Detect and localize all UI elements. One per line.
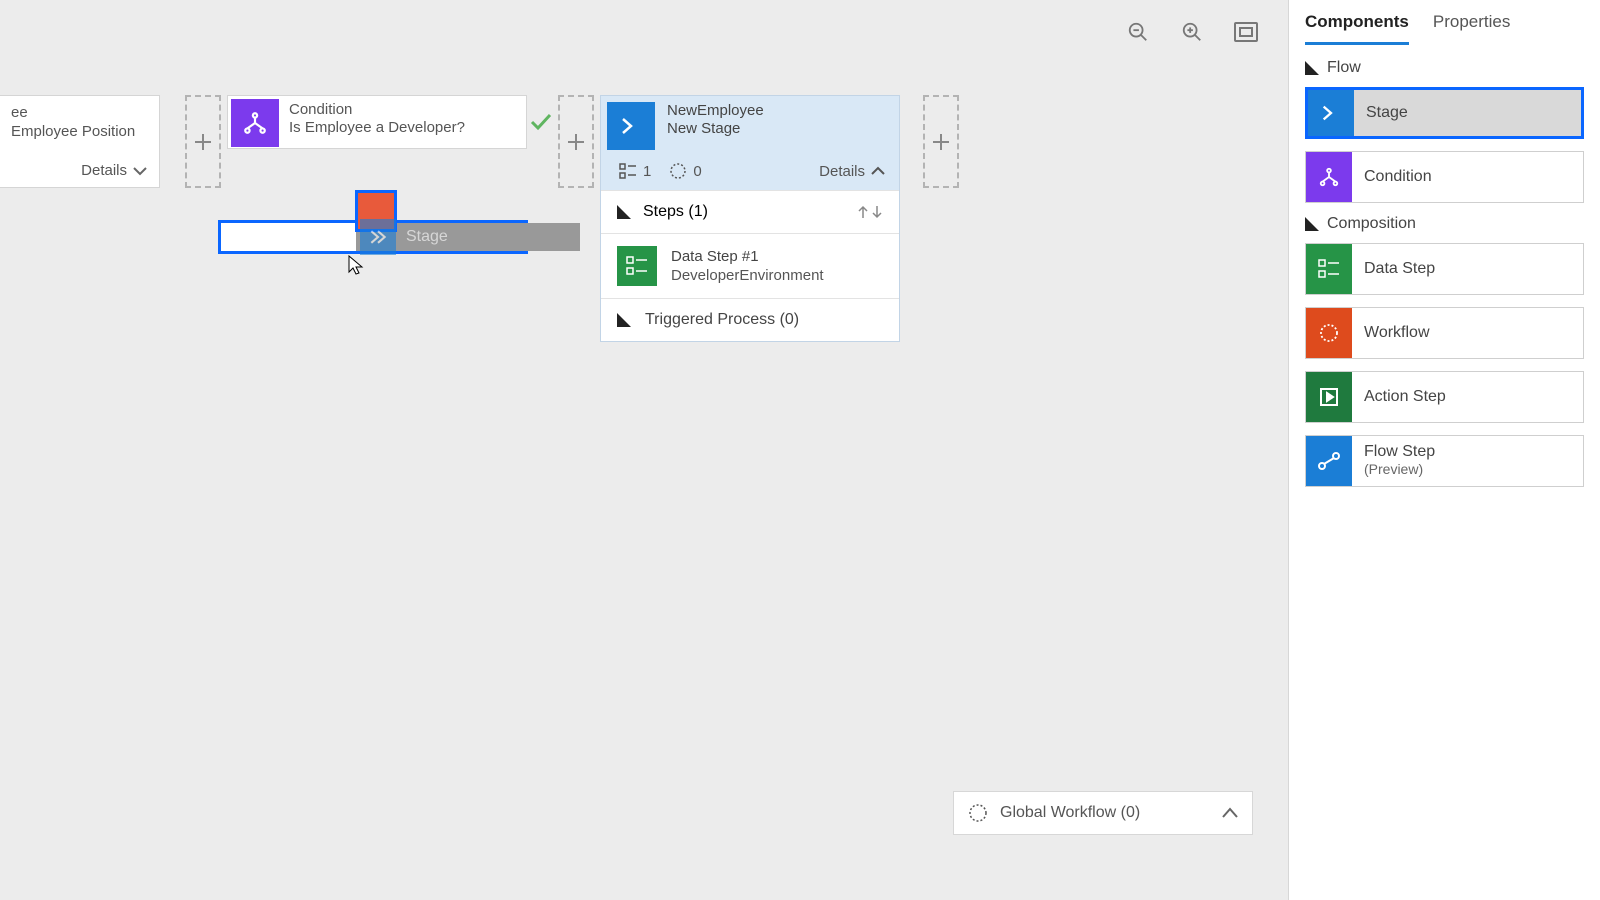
expand-triangle-icon — [1305, 217, 1319, 231]
arrow-down-icon — [871, 205, 883, 219]
details-label: Details — [819, 163, 865, 180]
workflow-icon — [1306, 308, 1352, 358]
action-step-icon — [1306, 372, 1352, 422]
expand-triangle-icon — [1305, 61, 1319, 75]
group-flow-label: Flow — [1305, 59, 1584, 77]
stage-icon — [607, 102, 655, 150]
canvas-toolbar — [1126, 20, 1258, 44]
stage-title: NewEmployee — [667, 102, 764, 119]
condition-subtitle: Is Employee a Developer? — [289, 119, 465, 136]
condition-icon — [231, 99, 279, 147]
add-slot-1[interactable] — [185, 95, 221, 188]
steps-count-value: 1 — [643, 163, 651, 180]
stage-icon — [360, 219, 396, 255]
component-workflow[interactable]: Workflow — [1305, 307, 1584, 359]
component-stage-label: Stage — [1354, 104, 1408, 122]
stage-card-employee-position[interactable]: ee Employee Position Details — [0, 95, 160, 188]
data-step-icon — [1306, 244, 1352, 294]
add-slot-3[interactable] — [923, 95, 959, 188]
workflow-count: 0 — [669, 162, 701, 180]
component-condition[interactable]: Condition — [1305, 151, 1584, 203]
reorder-arrows[interactable] — [857, 205, 883, 219]
expand-triangle-icon — [617, 313, 631, 327]
workflow-count-icon — [669, 162, 687, 180]
component-condition-label: Condition — [1352, 168, 1432, 186]
chevron-up-icon — [871, 166, 885, 176]
stage-header: NewEmployee New Stage — [601, 96, 899, 156]
tab-components[interactable]: Components — [1305, 8, 1409, 45]
condition-card[interactable]: Condition Is Employee a Developer? — [227, 95, 527, 149]
triggered-process-label: Triggered Process (0) — [645, 311, 799, 329]
chevron-down-icon — [133, 166, 147, 176]
data-step-sub: DeveloperEnvironment — [671, 267, 824, 284]
zoom-out-icon[interactable] — [1126, 20, 1150, 44]
condition-icon — [1306, 152, 1352, 202]
workflow-icon — [968, 803, 988, 823]
drag-ghost-label: Stage — [406, 219, 448, 255]
steps-header[interactable]: Steps (1) — [601, 190, 899, 233]
component-action-step[interactable]: Action Step — [1305, 371, 1584, 423]
global-workflow-bar[interactable]: Global Workflow (0) — [953, 791, 1253, 835]
details-toggle[interactable]: Details — [81, 162, 147, 179]
component-flow-step[interactable]: Flow Step (Preview) — [1305, 435, 1584, 487]
stage-subtitle: New Stage — [667, 120, 764, 137]
list-icon — [619, 163, 637, 179]
stage-card-new-employee[interactable]: NewEmployee New Stage 1 0 Details — [600, 95, 900, 342]
component-data-step-label: Data Step — [1352, 260, 1435, 278]
stage-title-partial: ee — [11, 104, 147, 121]
drag-ghost-stage: Stage — [360, 219, 448, 255]
data-step-title: Data Step #1 — [671, 248, 824, 265]
stage-subtitle-partial: Employee Position — [11, 123, 147, 140]
data-step-icon — [617, 246, 657, 286]
steps-count: 1 — [619, 163, 651, 180]
flow-canvas[interactable]: ee Employee Position Details Condition I… — [0, 0, 1288, 900]
add-slot-2[interactable] — [558, 95, 594, 188]
cursor-icon — [348, 255, 364, 275]
details-label: Details — [81, 162, 127, 179]
component-stage[interactable]: Stage — [1305, 87, 1584, 139]
group-composition-text: Composition — [1327, 215, 1416, 233]
group-composition-label: Composition — [1305, 215, 1584, 233]
sidebar-tabs: Components Properties — [1305, 8, 1584, 45]
component-workflow-label: Workflow — [1352, 324, 1430, 342]
component-flow-step-label: Flow Step (Preview) — [1352, 443, 1435, 480]
tab-properties[interactable]: Properties — [1433, 8, 1510, 45]
details-toggle[interactable]: Details — [819, 163, 885, 180]
checkmark-icon — [529, 110, 553, 134]
component-action-step-label: Action Step — [1352, 388, 1446, 406]
arrow-up-icon — [857, 205, 869, 219]
workflow-count-value: 0 — [693, 163, 701, 180]
chevron-up-icon[interactable] — [1222, 807, 1238, 819]
condition-title: Condition — [289, 101, 465, 118]
group-flow-text: Flow — [1327, 59, 1361, 77]
fit-screen-icon[interactable] — [1234, 20, 1258, 44]
expand-triangle-icon — [617, 205, 631, 219]
stage-subheader: 1 0 Details — [601, 156, 899, 190]
flow-step-icon — [1306, 436, 1352, 486]
component-data-step[interactable]: Data Step — [1305, 243, 1584, 295]
steps-header-label: Steps (1) — [643, 203, 708, 221]
components-panel: Components Properties Flow Stage Conditi… — [1288, 0, 1600, 900]
global-workflow-label: Global Workflow (0) — [1000, 804, 1140, 822]
zoom-in-icon[interactable] — [1180, 20, 1204, 44]
triggered-process-row[interactable]: Triggered Process (0) — [601, 298, 899, 341]
data-step-row[interactable]: Data Step #1 DeveloperEnvironment — [601, 233, 899, 298]
stage-icon — [1308, 90, 1354, 136]
